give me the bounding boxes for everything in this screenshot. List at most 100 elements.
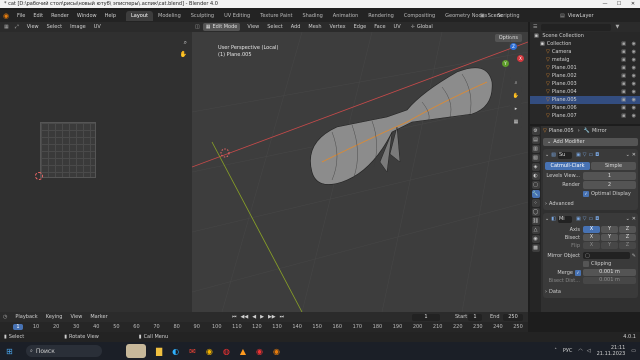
mirror-remove-icon[interactable]: ✕: [632, 216, 636, 222]
outliner-row[interactable]: ▣ Collection ▣ ◉: [530, 40, 640, 48]
tab-particles[interactable]: ⁘: [531, 199, 540, 207]
mirror-collapse-icon[interactable]: ⌄: [545, 216, 549, 222]
eye-icon[interactable]: ◉: [632, 56, 636, 64]
levels-field[interactable]: 1: [583, 172, 636, 180]
file-explorer-icon[interactable]: ▇: [156, 347, 162, 356]
clock[interactable]: 21:11 21.11.2023: [597, 345, 626, 357]
render-visibility-icon[interactable]: ▣: [621, 64, 626, 72]
outliner-search[interactable]: [541, 23, 612, 31]
gmail-icon[interactable]: ✉: [189, 347, 196, 356]
data-subpanel[interactable]: › Data: [545, 288, 636, 296]
menu-help[interactable]: Help: [101, 13, 120, 19]
tl-menu-keying[interactable]: Keying: [42, 314, 67, 320]
maximize-button[interactable]: ☐: [612, 1, 626, 7]
bisect-z-toggle[interactable]: Z: [619, 234, 636, 241]
render-visibility-icon[interactable]: ▣: [621, 112, 626, 120]
chrome-icon[interactable]: ◉: [206, 347, 213, 356]
eye-icon[interactable]: ◉: [632, 72, 636, 80]
outliner-row[interactable]: ▽ Plane.005 ▣ ◉: [530, 96, 640, 104]
browser-icon[interactable]: ◐: [172, 347, 179, 356]
tab-sculpting[interactable]: Sculpting: [186, 11, 219, 21]
play-reverse-icon[interactable]: ◀: [252, 314, 256, 320]
eye-icon[interactable]: ◉: [632, 88, 636, 96]
tab-render[interactable]: ▤: [531, 136, 540, 144]
game-icon[interactable]: ▲: [240, 347, 246, 356]
uv-editor[interactable]: ▦ ⤢ View Select Image UV ⌕ ✋: [0, 22, 192, 312]
zoom-button[interactable]: ⌕: [510, 77, 522, 89]
tl-menu-playback[interactable]: Playback: [11, 314, 41, 320]
outliner-row[interactable]: ▽ Plane.001 ▣ ◉: [530, 64, 640, 72]
tab-shading[interactable]: Shading: [297, 11, 327, 21]
outliner-row[interactable]: ▽ Plane.007 ▣ ◉: [530, 112, 640, 120]
axis-x-toggle[interactable]: X: [583, 226, 600, 233]
tab-tool[interactable]: ⚙: [531, 127, 540, 135]
bisect-x-toggle[interactable]: X: [583, 234, 600, 241]
yandex-icon[interactable]: ◍: [223, 347, 230, 356]
editmode-toggle-icon[interactable]: ▣: [576, 152, 581, 158]
eyedropper-icon[interactable]: ✎: [632, 253, 636, 259]
eye-icon[interactable]: ◉: [632, 48, 636, 56]
tab-modeling[interactable]: Modeling: [153, 11, 186, 21]
tab-physics[interactable]: ◯: [531, 208, 540, 216]
tab-texture[interactable]: ▩: [531, 244, 540, 252]
tab-constraints[interactable]: ⛓: [531, 217, 540, 225]
uv-menu-view[interactable]: View: [23, 24, 43, 30]
menu-window[interactable]: Window: [73, 13, 101, 19]
outliner-row[interactable]: ▽ Plane.004 ▣ ◉: [530, 88, 640, 96]
tl-menu-view[interactable]: View: [66, 314, 86, 320]
volume-icon[interactable]: ◁: [587, 348, 591, 354]
subsurf-name-field[interactable]: Su: [557, 151, 572, 159]
end-frame-field[interactable]: 250: [503, 313, 523, 321]
tab-rendering[interactable]: Rendering: [363, 11, 399, 21]
current-frame-field[interactable]: 1: [412, 313, 440, 321]
tab-texture-paint[interactable]: Texture Paint: [255, 11, 297, 21]
tab-compositing[interactable]: Compositing: [399, 11, 440, 21]
tab-modifiers[interactable]: 🔧: [531, 190, 540, 198]
viewlayer-selector[interactable]: ▤ ViewLayer: [560, 13, 594, 19]
render-visibility-icon[interactable]: ▣: [621, 80, 626, 88]
editor-type-icon[interactable]: ▦: [4, 24, 9, 30]
viewport-toggle-icon[interactable]: ▭: [589, 152, 594, 158]
uv-menu-uv[interactable]: UV: [90, 24, 105, 30]
ortho-toggle-button[interactable]: ▦: [510, 116, 522, 128]
minimize-button[interactable]: —: [598, 1, 612, 7]
cage-toggle-icon[interactable]: ▽: [583, 152, 587, 158]
tl-menu-marker[interactable]: Marker: [86, 314, 111, 320]
timeline[interactable]: ◷ Playback Keying View Marker ⏮ ◀◀ ◀ ▶ ▶…: [0, 312, 528, 332]
taskbar-search[interactable]: ⌕ Поиск: [26, 345, 102, 357]
eye-icon[interactable]: ◉: [632, 96, 636, 104]
render-toggle-icon[interactable]: ◘: [595, 152, 599, 158]
scene-selector[interactable]: ▣ Scene: [480, 13, 503, 19]
pan-button[interactable]: ✋: [510, 90, 522, 102]
network-icon[interactable]: ◠: [578, 348, 582, 354]
zoom-icon[interactable]: ⌕: [184, 39, 187, 47]
flip-x-toggle[interactable]: X: [583, 242, 600, 249]
timeline-ruler[interactable]: 1 10 20 30 40 50 60 70 80 90 100 110 120 130 140 150 160…: [0, 322, 528, 332]
add-modifier-button[interactable]: ⌄ Add Modifier: [543, 138, 638, 146]
axis-z-toggle[interactable]: Z: [619, 226, 636, 233]
properties-editor[interactable]: ⚙ ▤ ▥ ▧ ◈ ◐ ▢ 🔧 ⁘ ◯ ⛓ △ ◉ ▩ ▽ Plane.005 …: [530, 126, 640, 312]
merge-distance-field[interactable]: 0.001 m: [583, 269, 636, 276]
render-visibility-icon[interactable]: ▣: [621, 48, 626, 56]
mirror-menu-icon[interactable]: ⌄: [626, 216, 630, 222]
outliner-row[interactable]: ▽ metaig ▣ ◉: [530, 56, 640, 64]
scene-collection-row[interactable]: ▣ Scene Collection: [530, 32, 640, 40]
axis-y-toggle[interactable]: Y: [601, 226, 618, 233]
hand-icon[interactable]: ✋: [180, 51, 187, 58]
render-visibility-icon[interactable]: ▣: [621, 96, 626, 104]
eye-icon[interactable]: ◉: [632, 64, 636, 72]
jump-start-icon[interactable]: ⏮: [232, 314, 237, 320]
render-visibility-icon[interactable]: ▣: [621, 72, 626, 80]
outliner-editor-icon[interactable]: ☰: [533, 24, 537, 30]
uv-2d-cursor[interactable]: [35, 172, 43, 180]
blender-taskbar-icon[interactable]: ◉: [273, 347, 280, 356]
merge-checkbox[interactable]: ✓: [575, 269, 581, 276]
mirror-viewport-icon[interactable]: ▭: [589, 216, 594, 222]
menu-edit[interactable]: Edit: [29, 13, 47, 19]
gizmo-x-icon[interactable]: X: [517, 55, 524, 62]
eye-icon[interactable]: ◉: [632, 104, 636, 112]
menu-render[interactable]: Render: [47, 13, 73, 19]
outliner-row[interactable]: ▽ Plane.006 ▣ ◉: [530, 104, 640, 112]
simple-button[interactable]: Simple: [591, 162, 636, 170]
tab-uv-editing[interactable]: UV Editing: [219, 11, 255, 21]
